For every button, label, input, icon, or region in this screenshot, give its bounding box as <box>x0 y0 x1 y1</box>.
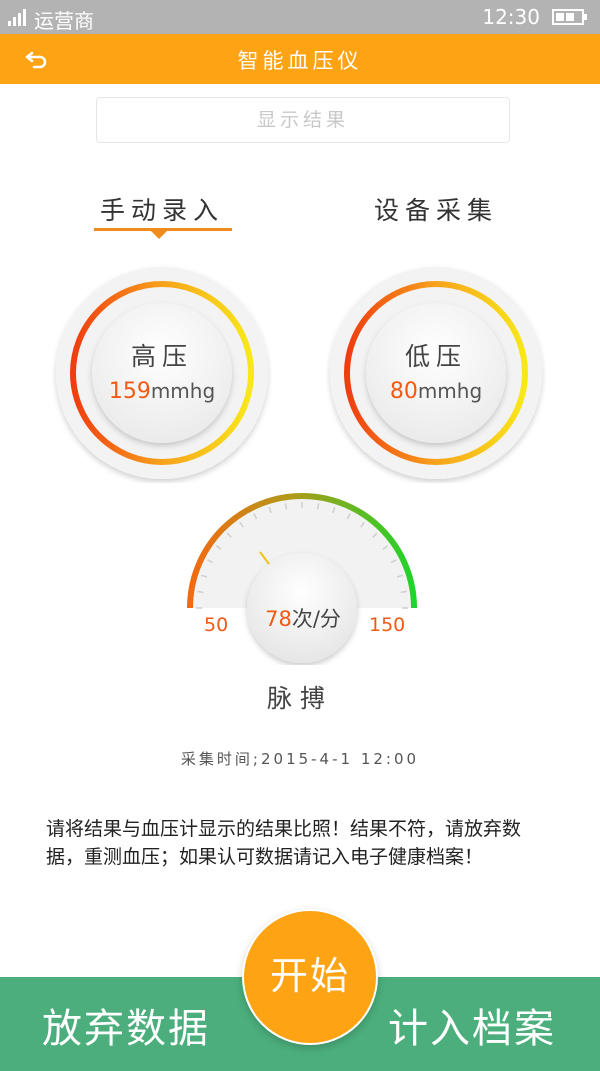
carrier-name: 运营商 <box>34 9 94 33</box>
low-pressure-ring <box>330 267 542 479</box>
high-pressure-dial: 高压 159mmhg <box>52 263 272 483</box>
gauge-tick <box>316 503 320 510</box>
record-archive-button[interactable]: 计入档案 <box>388 996 556 1054</box>
gauge-tick <box>284 503 288 510</box>
pulse-number: 78 <box>265 607 292 631</box>
high-pressure-ring <box>56 267 268 479</box>
gauge-max-label: 150 <box>369 614 406 636</box>
status-time: 12:30 <box>482 5 540 29</box>
gauge-min-label: 50 <box>204 614 229 636</box>
tab-manual-entry[interactable]: 手动录入 <box>100 191 224 227</box>
low-pressure-dial: 低压 80mmhg <box>326 263 546 483</box>
high-pressure-value: 159mmhg <box>52 379 272 404</box>
signal-icon <box>8 9 26 26</box>
status-bar: 运营商 12:30 <box>0 0 600 34</box>
low-pressure-number: 80 <box>389 379 418 404</box>
gauge-tick <box>197 590 204 594</box>
low-pressure-unit: mmhg <box>417 379 483 403</box>
result-display-box: 显示结果 <box>96 97 510 143</box>
low-pressure-value: 80mmhg <box>326 379 546 404</box>
tab-device-collect[interactable]: 设备采集 <box>374 191 498 227</box>
high-pressure-number: 159 <box>108 379 151 404</box>
low-pressure-label: 低压 <box>404 342 467 371</box>
high-pressure-unit: mmhg <box>150 379 216 403</box>
start-button[interactable]: 开始 <box>242 909 378 1045</box>
pulse-gauge <box>187 493 417 663</box>
pulse-unit: 次/分 <box>291 607 341 631</box>
page-title: 智能血压仪 <box>237 49 363 73</box>
pulse-label: 脉搏 <box>266 684 333 713</box>
pulse-value: 78次/分 <box>250 603 356 633</box>
tab-active-caret <box>151 231 167 239</box>
notice-text: 请将结果与血压计显示的结果比照！结果不符，请放弃数据，重测血压；如果认可数据请记… <box>46 818 522 868</box>
high-pressure-label: 高压 <box>130 342 193 371</box>
collect-time: 采集时间;2015-4-1 12:00 <box>180 750 420 768</box>
gauge-tick <box>400 590 407 594</box>
discard-data-button[interactable]: 放弃数据 <box>42 996 210 1054</box>
app-header: 智能血压仪 <box>0 34 600 84</box>
battery-icon <box>552 9 587 25</box>
